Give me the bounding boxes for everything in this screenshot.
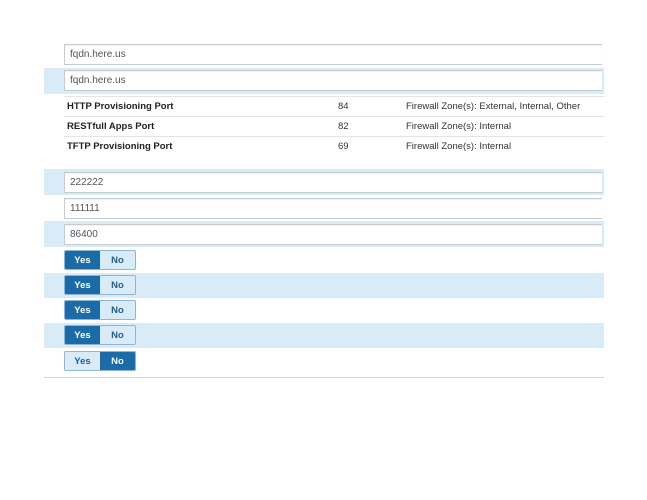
- toggle-row-2: Yes No: [44, 273, 604, 298]
- settings-panel: HTTP Provisioning Port 84 Firewall Zone(…: [44, 40, 604, 378]
- fqdn-input-primary[interactable]: [64, 44, 602, 65]
- numeric-row-1: [44, 169, 604, 195]
- port-zones: Firewall Zone(s): External, Internal, Ot…: [403, 96, 604, 117]
- no-option[interactable]: No: [100, 326, 135, 344]
- yes-option[interactable]: Yes: [65, 251, 100, 269]
- no-option[interactable]: No: [100, 301, 135, 319]
- yes-option[interactable]: Yes: [65, 326, 100, 344]
- yes-no-toggle-5[interactable]: Yes No: [64, 351, 136, 371]
- ports-row: HTTP Provisioning Port 84 Firewall Zone(…: [44, 94, 604, 154]
- ports-table: HTTP Provisioning Port 84 Firewall Zone(…: [64, 96, 604, 156]
- toggle-row-1: Yes No: [44, 247, 604, 273]
- numeric-input-2[interactable]: [64, 198, 602, 219]
- table-row: RESTfull Apps Port 82 Firewall Zone(s): …: [64, 116, 604, 137]
- fqdn-row-2: [44, 68, 604, 94]
- numeric-input-1[interactable]: [64, 172, 602, 193]
- numeric-input-3[interactable]: [64, 224, 602, 245]
- yes-option[interactable]: Yes: [65, 352, 100, 370]
- toggle-row-5: Yes No: [44, 348, 604, 377]
- yes-no-toggle-2[interactable]: Yes No: [64, 275, 136, 295]
- yes-no-toggle-4[interactable]: Yes No: [64, 325, 136, 345]
- fqdn-row-1: [44, 40, 604, 68]
- toggle-row-3: Yes No: [44, 298, 604, 323]
- toggle-row-4: Yes No: [44, 323, 604, 348]
- no-option[interactable]: No: [100, 276, 135, 294]
- port-zones: Firewall Zone(s): Internal: [403, 116, 604, 137]
- numeric-row-3: [44, 221, 604, 247]
- spacer-row: [44, 154, 604, 169]
- fqdn-input-secondary[interactable]: [64, 70, 602, 91]
- port-name: RESTfull Apps Port: [64, 116, 335, 137]
- numeric-row-2: [44, 195, 604, 221]
- no-option[interactable]: No: [100, 251, 135, 269]
- table-row: HTTP Provisioning Port 84 Firewall Zone(…: [64, 96, 604, 117]
- yes-no-toggle-3[interactable]: Yes No: [64, 300, 136, 320]
- no-option[interactable]: No: [100, 352, 135, 370]
- port-number: 82: [335, 116, 403, 137]
- yes-option[interactable]: Yes: [65, 301, 100, 319]
- port-name: HTTP Provisioning Port: [64, 96, 335, 117]
- yes-no-toggle-1[interactable]: Yes No: [64, 250, 136, 270]
- yes-option[interactable]: Yes: [65, 276, 100, 294]
- port-number: 84: [335, 96, 403, 117]
